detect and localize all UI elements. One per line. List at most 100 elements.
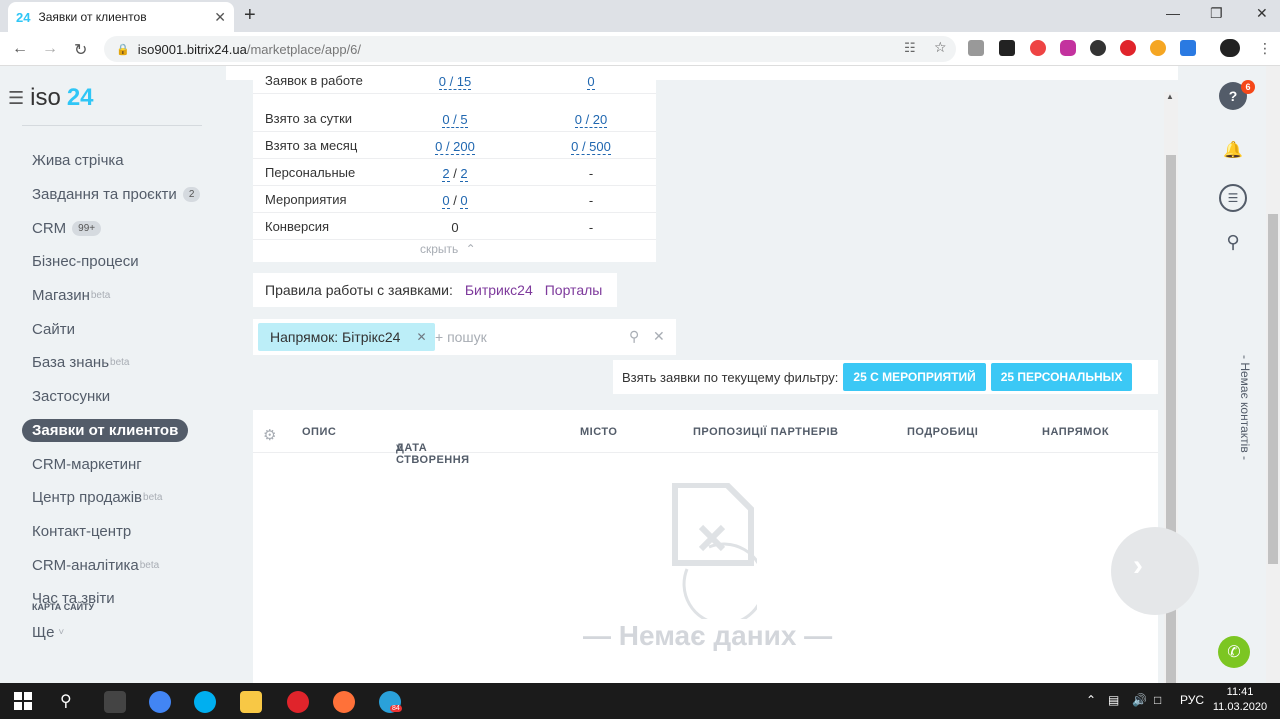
sidebar-item-bizproc[interactable]: Бізнес-процеси bbox=[22, 245, 212, 279]
portal-logo[interactable]: ☰ iso 24 bbox=[8, 84, 94, 112]
chip-remove-icon[interactable]: ✕ bbox=[416, 330, 426, 344]
stats-value[interactable]: 0 bbox=[587, 74, 595, 90]
stats-value[interactable]: 2 bbox=[442, 166, 450, 182]
rules-label: Правила работы с заявками: bbox=[265, 282, 453, 298]
scroll-up-icon[interactable]: ▲ bbox=[1166, 92, 1174, 101]
filter-chip[interactable]: Напрямок: Бітрікс24 ✕ bbox=[258, 323, 435, 351]
extension-icon[interactable] bbox=[968, 40, 984, 56]
taskbar-search-icon[interactable]: ⚲ bbox=[60, 691, 72, 711]
stats-row-name: Персональные bbox=[265, 165, 356, 180]
reload-icon[interactable]: ↻ bbox=[74, 40, 87, 60]
sidebar-item-client-requests[interactable]: Заявки от клиентов bbox=[22, 414, 212, 448]
sidebar-item-label: Жива стрічка bbox=[32, 152, 124, 170]
minimize-icon[interactable]: — bbox=[1166, 5, 1180, 21]
stats-value[interactable]: 0 / 500 bbox=[571, 139, 611, 155]
stats-value[interactable]: 2 bbox=[460, 166, 468, 182]
search-input[interactable]: + пошук bbox=[435, 329, 487, 345]
bookmark-star-icon[interactable]: ☆ bbox=[934, 39, 947, 56]
url-bar[interactable]: 🔒 iso9001.bitrix24.ua/marketplace/app/6/… bbox=[104, 36, 956, 62]
column-details[interactable]: ПОДРОБИЦІ bbox=[907, 426, 978, 438]
sidebar-item-apps[interactable]: Застосунки bbox=[22, 380, 212, 414]
extension-icon[interactable] bbox=[1090, 40, 1106, 56]
page-scrollbar[interactable] bbox=[1266, 66, 1280, 683]
tray-network-icon[interactable]: ▤ bbox=[1108, 693, 1119, 707]
tab-close-icon[interactable]: ✕ bbox=[214, 9, 226, 26]
stats-value[interactable]: 0 bbox=[460, 193, 468, 209]
column-partner-offers[interactable]: ПРОПОЗИЦІЇ ПАРТНЕРІВ bbox=[693, 426, 838, 438]
stats-value[interactable]: 0 / 5 bbox=[442, 112, 468, 128]
tray-volume-icon[interactable]: 🔊 bbox=[1132, 693, 1147, 707]
extension-icon[interactable] bbox=[1180, 40, 1196, 56]
sidebar-item-contact-center[interactable]: Контакт-центр bbox=[22, 515, 212, 549]
taskview-icon[interactable] bbox=[104, 691, 126, 713]
hide-toggle[interactable]: скрыть ⌃ bbox=[420, 242, 476, 256]
next-slider-button[interactable]: › bbox=[1111, 527, 1199, 615]
firefox-icon[interactable] bbox=[333, 691, 355, 713]
sidebar-item-shop[interactable]: Магазин beta bbox=[22, 279, 212, 313]
tray-notification-icon[interactable]: □ bbox=[1154, 693, 1161, 707]
explorer-icon[interactable] bbox=[240, 691, 262, 713]
search-icon[interactable]: ⚲ bbox=[629, 328, 639, 345]
clear-icon[interactable]: ✕ bbox=[653, 328, 665, 345]
column-direction[interactable]: НАПРЯМОК bbox=[1042, 426, 1109, 438]
burger-menu-icon[interactable]: ☰ bbox=[8, 88, 24, 109]
forward-icon[interactable]: → bbox=[42, 40, 58, 58]
rules-link-portals[interactable]: Порталы bbox=[545, 282, 603, 298]
column-city[interactable]: МІСТО bbox=[580, 426, 617, 438]
back-icon[interactable]: ← bbox=[12, 40, 28, 58]
sidebar-item-crm-marketing[interactable]: CRM-маркетинг bbox=[22, 447, 212, 481]
url-path: /marketplace/app/6/ bbox=[246, 41, 362, 57]
stats-value[interactable]: 0 / 200 bbox=[435, 139, 475, 155]
beta-label: beta bbox=[90, 290, 111, 302]
chat-icon[interactable]: ☰ bbox=[1219, 184, 1247, 212]
sidebar-item-tasks[interactable]: Завдання та проєкти 2 bbox=[22, 178, 212, 212]
rules-link-bitrix[interactable]: Битрикс24 bbox=[465, 282, 533, 298]
phone-icon[interactable]: ✆ bbox=[1218, 636, 1250, 668]
sidebar-item-crm-analytics[interactable]: CRM-аналітика beta bbox=[22, 548, 212, 582]
sitemap-link[interactable]: КАРТА САЙТУ bbox=[32, 602, 94, 612]
clock[interactable]: 11:41 11.03.2020 bbox=[1212, 685, 1268, 715]
extension-icon[interactable] bbox=[999, 40, 1015, 56]
page-scrollbar-thumb[interactable] bbox=[1268, 214, 1278, 564]
take-requests-bar: Взять заявки по текущему фильтру: 25 С М… bbox=[613, 360, 1158, 394]
browser-tab[interactable]: 24 Заявки от клиентов ✕ bbox=[8, 2, 234, 32]
search-icon[interactable]: ⚲ bbox=[1219, 228, 1247, 256]
take-label: Взять заявки по текущему фильтру: bbox=[622, 369, 839, 385]
stats-value[interactable]: 0 / 15 bbox=[438, 74, 472, 90]
maximize-icon[interactable]: ❐ bbox=[1210, 5, 1223, 22]
take-events-button[interactable]: 25 С МЕРОПРИЯТИЙ bbox=[843, 363, 986, 391]
sidebar-item-sales-center[interactable]: Центр продажів beta bbox=[22, 481, 212, 515]
column-description[interactable]: ОПИС bbox=[302, 426, 336, 438]
menu-dots-icon[interactable]: ⋮ bbox=[1258, 40, 1272, 57]
gear-icon[interactable]: ⚙ bbox=[263, 426, 277, 444]
sidebar-item-label: Завдання та проєкти bbox=[32, 186, 177, 204]
window-close-icon[interactable]: ✕ bbox=[1256, 5, 1268, 22]
instagram-icon[interactable] bbox=[1060, 40, 1076, 56]
skype-icon[interactable] bbox=[194, 691, 216, 713]
tray-chevron-icon[interactable]: ⌃ bbox=[1086, 693, 1096, 707]
language-indicator[interactable]: РУС bbox=[1180, 693, 1204, 707]
translate-icon[interactable]: ☷ bbox=[904, 40, 916, 56]
sidebar-item-sites[interactable]: Сайти bbox=[22, 312, 212, 346]
sidebar-item-feed[interactable]: Жива стрічка bbox=[22, 144, 212, 178]
take-personal-button[interactable]: 25 ПЕРСОНАЛЬНЫХ bbox=[990, 363, 1133, 391]
new-tab-button[interactable]: + bbox=[244, 4, 256, 27]
bell-icon[interactable]: 🔔 bbox=[1219, 136, 1247, 164]
stats-value: 0 bbox=[451, 220, 459, 235]
stats-value[interactable]: 0 / 20 bbox=[574, 112, 608, 128]
extension-icon[interactable] bbox=[1150, 40, 1166, 56]
stats-row-name: Заявок в работе bbox=[265, 73, 363, 88]
stats-row-name: Взято за сутки bbox=[265, 111, 353, 126]
extension-icon[interactable] bbox=[1030, 40, 1046, 56]
sidebar-item-crm[interactable]: CRM 99+ bbox=[22, 211, 212, 245]
stats-value[interactable]: 0 bbox=[442, 193, 450, 209]
opera-icon[interactable] bbox=[287, 691, 309, 713]
windows-start-icon[interactable] bbox=[14, 692, 32, 710]
chrome-icon[interactable] bbox=[149, 691, 171, 713]
browser-tabbar: 24 Заявки от клиентов ✕ + — ❐ ✕ bbox=[0, 0, 1280, 32]
sidebar-item-knowledge[interactable]: База знань beta bbox=[22, 346, 212, 380]
sidebar-item-more[interactable]: Ще ˅ bbox=[22, 616, 212, 650]
profile-avatar[interactable] bbox=[1220, 39, 1240, 57]
opera-icon[interactable] bbox=[1120, 40, 1136, 56]
hide-label: скрыть bbox=[420, 242, 459, 256]
